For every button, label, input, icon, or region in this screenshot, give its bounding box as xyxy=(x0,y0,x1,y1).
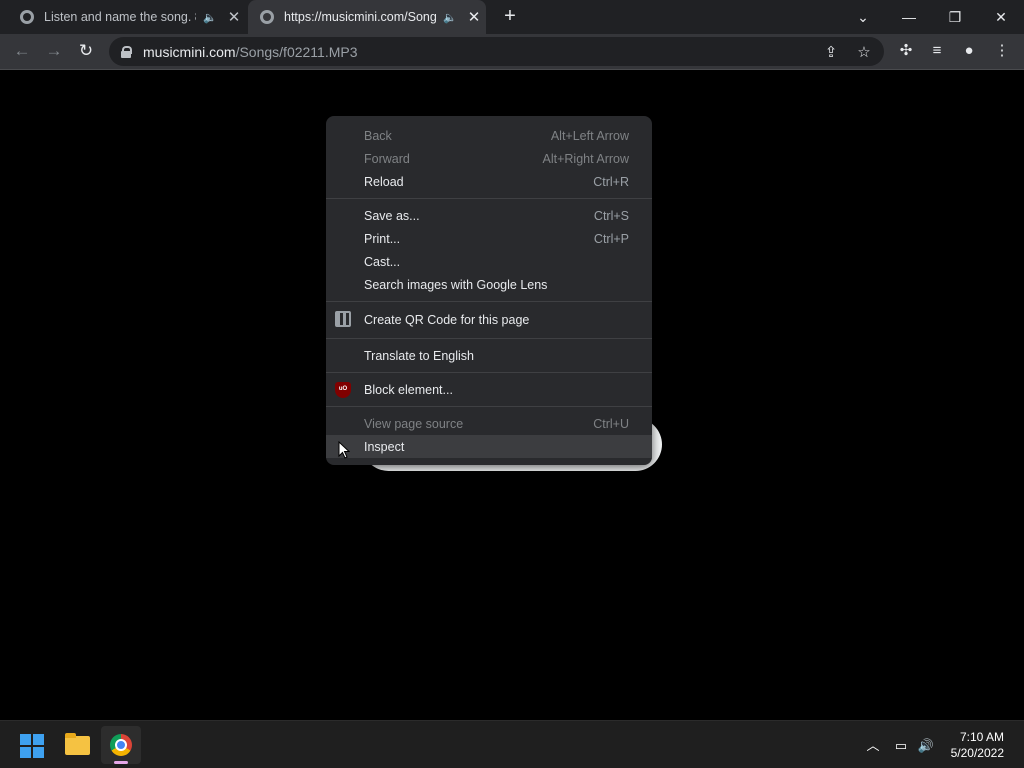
tab-listen-song[interactable]: Listen and name the song. 8 🔈 ✕ xyxy=(8,0,244,34)
close-tab-icon[interactable]: ✕ xyxy=(464,8,484,26)
menu-separator xyxy=(326,198,652,199)
tab-musicmini[interactable]: https://musicmini.com/Song 🔈 ✕ xyxy=(248,0,486,34)
profile-icon[interactable]: ● xyxy=(955,37,983,65)
globe-icon xyxy=(20,10,34,24)
tab-title: https://musicmini.com/Song xyxy=(284,10,436,24)
star-icon[interactable]: ☆ xyxy=(855,44,873,62)
menu-item-shortcut: Ctrl+S xyxy=(593,208,629,223)
speaker-icon[interactable]: 🔈 xyxy=(440,11,460,24)
taskbar: ︿ ▭ 🔊 7:10 AM 5/20/2022 xyxy=(0,720,1024,768)
menu-separator xyxy=(326,301,652,302)
minimize-button[interactable]: — xyxy=(886,0,932,34)
file-explorer-icon[interactable] xyxy=(57,726,97,764)
menu-item-label: Cast... xyxy=(364,254,401,269)
qr-code-icon xyxy=(335,311,351,327)
tab-search-button[interactable]: ⌄ xyxy=(840,0,886,34)
menu-item-label: Block element... xyxy=(364,382,453,397)
menu-item-forward[interactable]: Forward Alt+Right Arrow xyxy=(326,147,652,170)
system-clock[interactable]: 7:10 AM 5/20/2022 xyxy=(951,729,1004,761)
close-window-button[interactable]: ✕ xyxy=(978,0,1024,34)
menu-item-label: Save as... xyxy=(364,208,420,223)
share-icon[interactable]: ⇪ xyxy=(822,44,840,62)
close-tab-icon[interactable]: ✕ xyxy=(224,8,244,26)
menu-icon[interactable]: ⋮ xyxy=(988,37,1016,65)
menu-separator xyxy=(326,372,652,373)
menu-item-google-lens[interactable]: Search images with Google Lens xyxy=(326,273,652,296)
clock-date: 5/20/2022 xyxy=(950,746,1004,760)
context-menu: Back Alt+Left Arrow Forward Alt+Right Ar… xyxy=(326,116,652,465)
menu-item-shortcut: Alt+Left Arrow xyxy=(550,128,629,143)
clock-time: 7:10 AM xyxy=(959,730,1004,744)
menu-item-block-element[interactable]: uO Block element... xyxy=(326,378,652,401)
menu-item-label: Inspect xyxy=(364,439,405,454)
chevron-up-icon[interactable]: ︿ xyxy=(863,736,883,756)
menu-item-reload[interactable]: Reload Ctrl+R xyxy=(326,170,652,193)
mouse-cursor-icon xyxy=(338,440,351,459)
menu-separator xyxy=(326,406,652,407)
browser-toolbar: ← → ↻ musicmini.com/Songs/f02211.MP3 ⇪ ☆… xyxy=(0,34,1024,70)
menu-separator xyxy=(326,338,652,339)
ublock-icon: uO xyxy=(335,382,351,398)
menu-item-label: Search images with Google Lens xyxy=(364,277,548,292)
start-icon[interactable] xyxy=(20,734,44,758)
menu-item-cast[interactable]: Cast... xyxy=(326,250,652,273)
network-icon[interactable]: ▭ xyxy=(891,736,911,756)
menu-item-label: Forward xyxy=(364,151,410,166)
menu-item-shortcut: Alt+Right Arrow xyxy=(542,151,630,166)
menu-item-view-source[interactable]: View page source Ctrl+U xyxy=(326,412,652,435)
address-bar[interactable]: musicmini.com/Songs/f02211.MP3 ⇪ ☆ xyxy=(109,37,884,66)
menu-item-save-as[interactable]: Save as... Ctrl+S xyxy=(326,204,652,227)
restore-button[interactable]: ❐ xyxy=(932,0,978,34)
chrome-icon[interactable] xyxy=(101,726,141,764)
menu-item-inspect[interactable]: Inspect xyxy=(326,435,652,458)
url-host: musicmini.com xyxy=(143,43,236,60)
menu-item-qr-code[interactable]: Create QR Code for this page xyxy=(326,307,652,333)
tab-title: Listen and name the song. 8 xyxy=(44,10,196,24)
volume-icon[interactable]: 🔊 xyxy=(916,736,936,756)
menu-item-label: Reload xyxy=(364,174,404,189)
tab-strip: Listen and name the song. 8 🔈 ✕ https://… xyxy=(0,0,1024,34)
media-icon[interactable]: ≡ xyxy=(923,37,951,65)
menu-item-label: Print... xyxy=(364,231,401,246)
menu-item-label: Create QR Code for this page xyxy=(364,313,530,327)
reload-button[interactable]: ↻ xyxy=(72,37,100,65)
menu-item-label: Translate to English xyxy=(364,348,475,363)
globe-icon xyxy=(260,10,274,24)
menu-item-back[interactable]: Back Alt+Left Arrow xyxy=(326,124,652,147)
menu-item-label: View page source xyxy=(364,416,464,431)
menu-item-shortcut: Ctrl+R xyxy=(593,174,629,189)
forward-button[interactable]: → xyxy=(40,37,68,65)
menu-item-shortcut: Ctrl+U xyxy=(593,416,629,431)
menu-item-print[interactable]: Print... Ctrl+P xyxy=(326,227,652,250)
back-button[interactable]: ← xyxy=(8,37,36,65)
url-path: /Songs/f02211.MP3 xyxy=(235,43,358,60)
menu-item-translate[interactable]: Translate to English xyxy=(326,344,652,367)
speaker-icon[interactable]: 🔈 xyxy=(200,11,220,24)
menu-item-shortcut: Ctrl+P xyxy=(593,231,629,246)
lock-icon[interactable] xyxy=(121,45,132,58)
new-tab-button[interactable]: + xyxy=(498,5,522,29)
menu-item-label: Back xyxy=(364,128,392,143)
extensions-icon[interactable]: ✣ xyxy=(892,37,920,65)
